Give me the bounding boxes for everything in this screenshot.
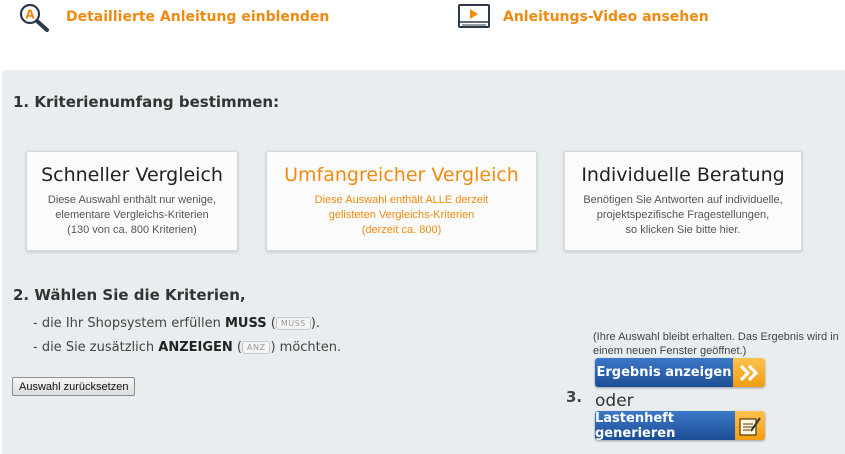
video-link-label: Anleitungs-Video ansehen: [503, 9, 709, 25]
criteria-must-line: - die Ihr Shopsystem erfüllen MUSS (MUSS…: [33, 316, 320, 331]
result-note: (Ihre Auswahl bleibt erhalten. Das Ergeb…: [593, 331, 839, 357]
step1-heading: 1. Kriterienumfang bestimmen:: [13, 93, 280, 111]
magnifier-a-icon: A: [19, 3, 49, 32]
generate-spec-button[interactable]: Lastenheft generieren: [595, 411, 765, 440]
card-description: Diese Auswahl enthält nur wenige, elemen…: [47, 194, 217, 236]
must-tag: MUSS: [275, 317, 311, 330]
criteria-must-keyword: MUSS: [224, 316, 267, 331]
criteria-must-suffix: .: [315, 316, 320, 331]
guide-link[interactable]: A Detaillierte Anleitung einblenden: [18, 0, 329, 34]
card-quick-comparison[interactable]: Schneller Vergleich Diese Auswahl enthäl…: [26, 151, 238, 251]
video-player-icon: [458, 4, 490, 28]
card-description: Diese Auswahl enthält ALLE derzeit gelis…: [314, 194, 489, 236]
step3-number: 3.: [566, 388, 583, 406]
step2-heading: 2. Wählen Sie die Kriterien,: [13, 286, 246, 304]
double-chevron-icon: [733, 358, 765, 387]
criteria-must-prefix: - die Ihr Shopsystem erfüllen: [33, 316, 225, 331]
card-description: Benötigen Sie Antworten auf individuelle…: [583, 194, 783, 236]
card-title: Umfangreicher Vergleich: [284, 164, 519, 186]
video-link[interactable]: Anleitungs-Video ansehen: [457, 0, 709, 34]
comparison-panel: 1. Kriterienumfang bestimmen: Schneller …: [2, 70, 845, 454]
card-title: Individuelle Beratung: [581, 164, 785, 186]
svg-text:A: A: [25, 8, 35, 22]
guide-link-label: Detaillierte Anleitung einblenden: [66, 9, 330, 25]
document-pen-icon: [735, 411, 765, 440]
card-extensive-comparison[interactable]: Umfangreicher Vergleich Diese Auswahl en…: [266, 151, 537, 251]
criteria-show-suffix: möchten.: [275, 340, 342, 355]
reset-selection-button[interactable]: Auswahl zurücksetzen: [12, 377, 136, 396]
or-label: oder: [595, 391, 634, 411]
show-result-button[interactable]: Ergebnis anzeigen: [595, 358, 765, 387]
criteria-show-line: - die Sie zusätzlich ANZEIGEN (ANZ) möch…: [33, 340, 342, 355]
generate-spec-label: Lastenheft generieren: [595, 411, 735, 440]
card-title: Schneller Vergleich: [41, 164, 223, 186]
criteria-show-keyword: ANZEIGEN: [158, 340, 233, 355]
criteria-show-prefix: - die Sie zusätzlich: [33, 340, 159, 355]
show-tag: ANZ: [242, 341, 271, 354]
show-result-label: Ergebnis anzeigen: [595, 358, 733, 387]
card-individual-consulting[interactable]: Individuelle Beratung Benötigen Sie Antw…: [564, 151, 802, 251]
